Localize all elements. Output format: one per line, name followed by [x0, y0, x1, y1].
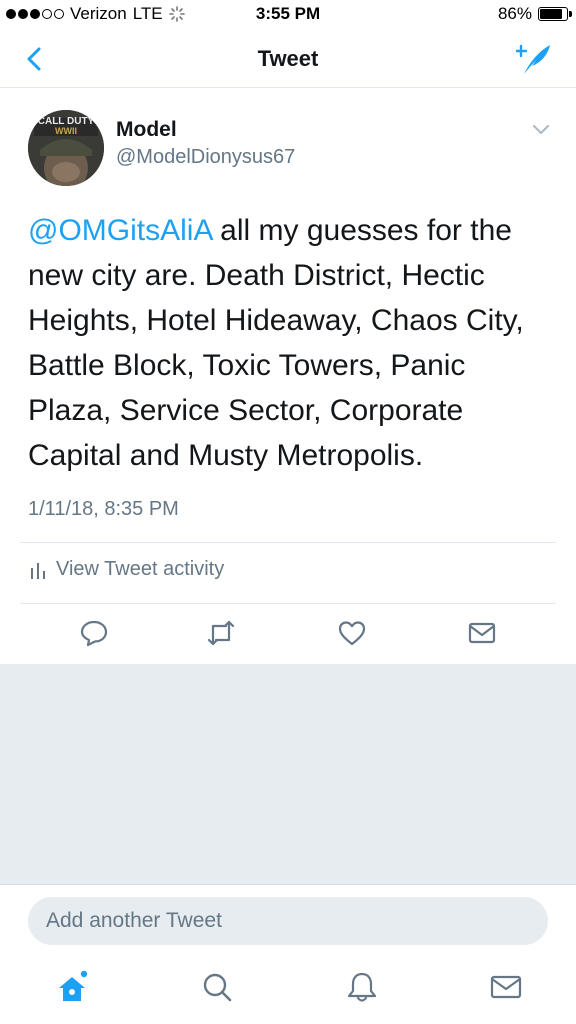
- add-tweet-input[interactable]: Add another Tweet: [28, 897, 548, 945]
- bell-icon[interactable]: [345, 970, 379, 1004]
- author-name[interactable]: Model: [116, 118, 177, 142]
- clock: 3:55 PM: [255, 4, 321, 23]
- reply-icon[interactable]: [79, 618, 109, 648]
- battery-status: 86%: [497, 4, 572, 24]
- bar-chart-icon: [31, 562, 45, 579]
- tweet-actions: [0, 618, 576, 652]
- tweet-timestamp[interactable]: 1/11/18, 8:35 PM: [28, 498, 179, 521]
- tweet-text: @OMGitsAliA all my guesses for the new c…: [28, 208, 548, 478]
- author-handle[interactable]: @ModelDionysus67: [116, 146, 295, 169]
- empty-replies-area: [0, 664, 576, 884]
- battery-percent: 86%: [497, 4, 532, 23]
- divider: [20, 542, 556, 543]
- avatar[interactable]: CALL DUTY WWII: [28, 110, 104, 186]
- avatar-logo-subtext: WWII: [55, 126, 77, 136]
- status-bar: Verizon LTE 3:55 PM 86%: [0, 0, 576, 30]
- home-icon[interactable]: [55, 970, 89, 1004]
- tab-bar: [0, 954, 576, 1024]
- search-icon[interactable]: [200, 970, 234, 1004]
- battery-icon: [538, 7, 572, 21]
- retweet-icon[interactable]: [206, 618, 236, 648]
- view-tweet-activity-label: View Tweet activity: [56, 558, 225, 580]
- compose-tweet-icon[interactable]: [516, 42, 552, 76]
- messages-envelope-icon[interactable]: [489, 970, 523, 1004]
- divider: [20, 603, 556, 604]
- reply-composer: Add another Tweet: [0, 884, 576, 954]
- page-title: Tweet: [257, 46, 319, 71]
- mention-link[interactable]: @OMGitsAliA: [28, 214, 212, 247]
- navigation-bar: Tweet: [0, 30, 576, 88]
- view-tweet-activity-link[interactable]: View Tweet activity: [30, 558, 224, 581]
- envelope-icon[interactable]: [467, 618, 497, 648]
- tweet-body: all my guesses for the new city are. Dea…: [28, 214, 524, 472]
- heart-icon[interactable]: [337, 618, 367, 648]
- chevron-down-icon[interactable]: [532, 124, 550, 136]
